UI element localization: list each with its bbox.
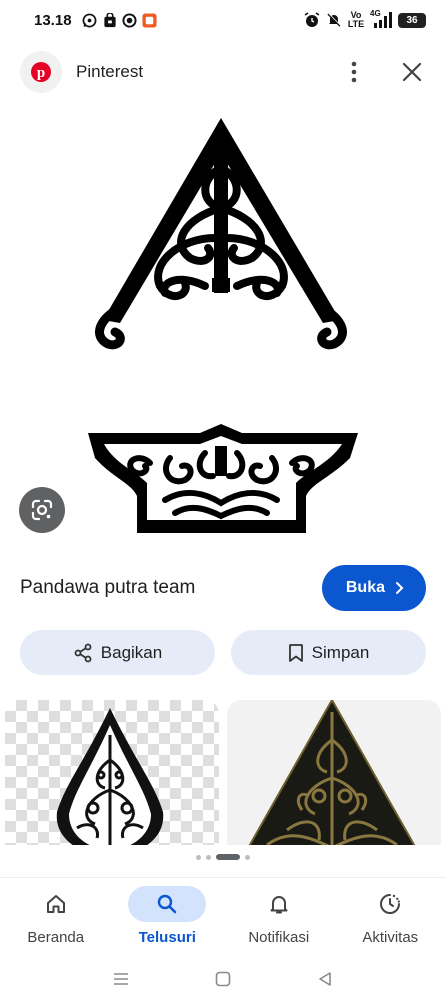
- shopping-bag-icon: [102, 12, 118, 28]
- source-row: Pandawa putra team Buka: [0, 563, 446, 613]
- recents-icon: [114, 973, 128, 985]
- related-image-1[interactable]: [5, 700, 219, 845]
- more-vertical-icon: [351, 61, 357, 83]
- nav-item-notifikasi[interactable]: Notifikasi: [223, 878, 335, 957]
- network-type-label: 4G: [370, 9, 381, 18]
- pinterest-logo-icon: p: [20, 51, 62, 93]
- mute-icon: [326, 12, 342, 28]
- golden-gunungan-icon: [248, 700, 416, 845]
- nav-label-notifikasi: Notifikasi: [248, 929, 310, 946]
- volte-icon: Vo LTE: [347, 11, 365, 29]
- pager-dot: [245, 854, 250, 860]
- save-button[interactable]: Simpan: [231, 630, 426, 675]
- pager-dot: [206, 854, 211, 860]
- volte-bottom-label: LTE: [347, 19, 365, 29]
- home-square-icon: [215, 971, 231, 987]
- save-button-label: Simpan: [311, 642, 370, 662]
- google-lens-icon: [31, 499, 53, 521]
- record-icon: [122, 12, 138, 28]
- related-image-2[interactable]: [227, 700, 441, 845]
- share-button-label: Bagikan: [100, 642, 163, 662]
- app-title: Pinterest: [76, 62, 144, 81]
- recents-button[interactable]: [109, 967, 133, 991]
- action-row: Bagikan Simpan: [20, 630, 426, 675]
- status-system-icons: Vo LTE 4G 36: [304, 9, 426, 29]
- lens-search-button[interactable]: [19, 487, 65, 533]
- app-header: p Pinterest: [0, 48, 446, 96]
- alarm-icon: [304, 12, 320, 28]
- signal-icon: 4G: [370, 9, 392, 28]
- nav-item-beranda[interactable]: Beranda: [0, 878, 112, 957]
- activity-icon: [380, 894, 401, 914]
- related-images: [0, 700, 446, 845]
- battery-indicator: 36: [398, 12, 426, 28]
- nav-label-beranda: Beranda: [27, 929, 85, 946]
- nav-item-telusuri[interactable]: Telusuri: [112, 878, 224, 957]
- home-icon: [46, 895, 65, 913]
- status-time: 13.18: [34, 11, 72, 29]
- back-icon: [319, 972, 331, 986]
- app-notification-icon: [142, 12, 158, 28]
- pager-dot-active: [216, 854, 240, 860]
- chevron-right-icon: [396, 582, 404, 594]
- main-image[interactable]: [0, 108, 446, 548]
- bell-icon: [270, 896, 288, 914]
- nav-label-telusuri: Telusuri: [138, 929, 196, 946]
- gunungan-ornament-icon: [88, 118, 358, 533]
- close-icon: [402, 62, 422, 82]
- gunungan-ornament-icon: [56, 708, 164, 845]
- svg-text:p: p: [37, 65, 45, 81]
- bottom-navigation: Beranda Telusuri Notifikasi Aktivitas: [0, 877, 446, 957]
- source-name: Pandawa putra team: [20, 577, 196, 598]
- share-icon: [74, 643, 92, 662]
- system-navigation: [0, 958, 446, 1000]
- pager-indicator: [0, 854, 446, 860]
- close-button[interactable]: [398, 58, 426, 86]
- whatsapp-icon: [82, 12, 98, 28]
- open-button-label: Buka: [345, 579, 385, 596]
- status-notification-icons: [82, 12, 158, 28]
- nav-item-aktivitas[interactable]: Aktivitas: [335, 878, 446, 957]
- nav-label-aktivitas: Aktivitas: [362, 929, 419, 946]
- open-button[interactable]: Buka: [321, 565, 426, 611]
- bookmark-icon: [288, 643, 303, 662]
- pager-dot: [196, 854, 201, 860]
- home-system-button[interactable]: [211, 967, 235, 991]
- back-button[interactable]: [313, 967, 337, 991]
- status-bar: 13.18 Vo LTE 4G 36: [0, 0, 446, 40]
- search-icon: [158, 894, 177, 914]
- more-options-button[interactable]: [340, 58, 368, 86]
- share-button[interactable]: Bagikan: [20, 630, 215, 675]
